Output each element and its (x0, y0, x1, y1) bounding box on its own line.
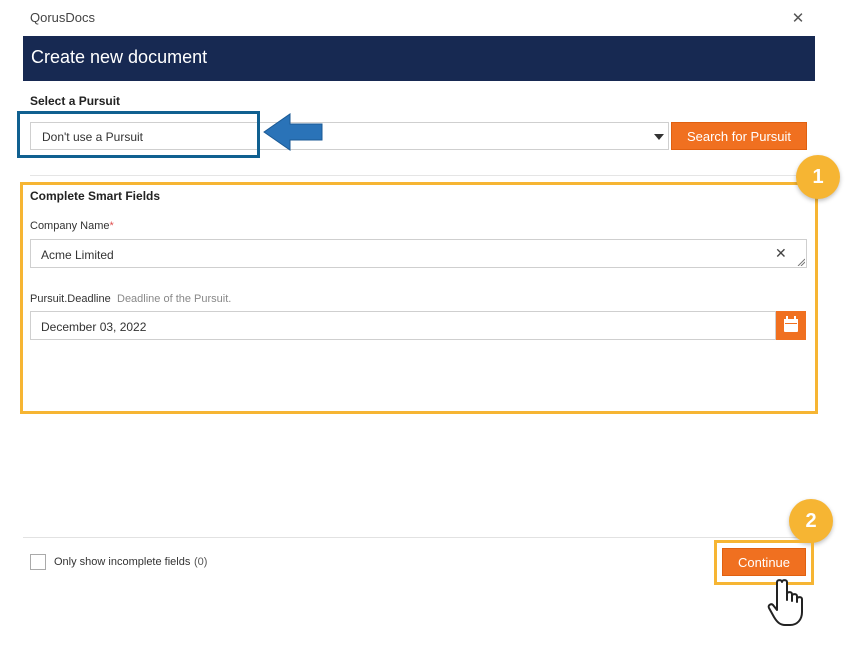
calendar-icon (784, 316, 798, 332)
app-title: QorusDocs (30, 10, 96, 25)
pursuit-highlight-box (17, 111, 260, 158)
company-name-value: Acme Limited (41, 248, 114, 262)
deadline-hint: Deadline of the Pursuit. (117, 293, 232, 305)
incomplete-count: (0) (194, 556, 208, 568)
company-name-field[interactable]: Acme Limited ✕ (30, 239, 807, 268)
close-icon[interactable]: ✕ (789, 10, 807, 28)
deadline-value: December 03, 2022 (41, 320, 147, 334)
continue-button[interactable]: Continue (722, 548, 806, 576)
company-name-label: Company Name* (30, 220, 114, 232)
smart-fields-label: Complete Smart Fields (30, 189, 161, 203)
dialog-header: Create new document (23, 36, 815, 81)
dialog-title: Create new document (31, 47, 208, 67)
arrow-left-icon (263, 113, 323, 151)
incomplete-fields-checkbox[interactable] (30, 554, 46, 570)
required-mark: * (109, 220, 114, 232)
calendar-button[interactable] (776, 311, 806, 340)
company-name-label-text: Company Name (30, 220, 110, 232)
incomplete-fields-label[interactable]: Only show incomplete fields (54, 556, 190, 568)
select-pursuit-label: Select a Pursuit (30, 94, 121, 108)
search-pursuit-button[interactable]: Search for Pursuit (671, 122, 807, 150)
section-divider (30, 175, 807, 176)
step-badge-2: 2 (789, 499, 833, 543)
chevron-down-icon[interactable] (654, 134, 664, 140)
step-badge-1: 1 (796, 155, 840, 199)
clear-icon[interactable]: ✕ (775, 245, 787, 262)
deadline-date-field[interactable]: December 03, 2022 (30, 311, 776, 340)
deadline-label: Pursuit.Deadline (30, 293, 111, 305)
resize-grip-icon[interactable] (797, 258, 805, 266)
footer-divider (23, 537, 818, 538)
hand-pointer-icon (767, 579, 803, 626)
